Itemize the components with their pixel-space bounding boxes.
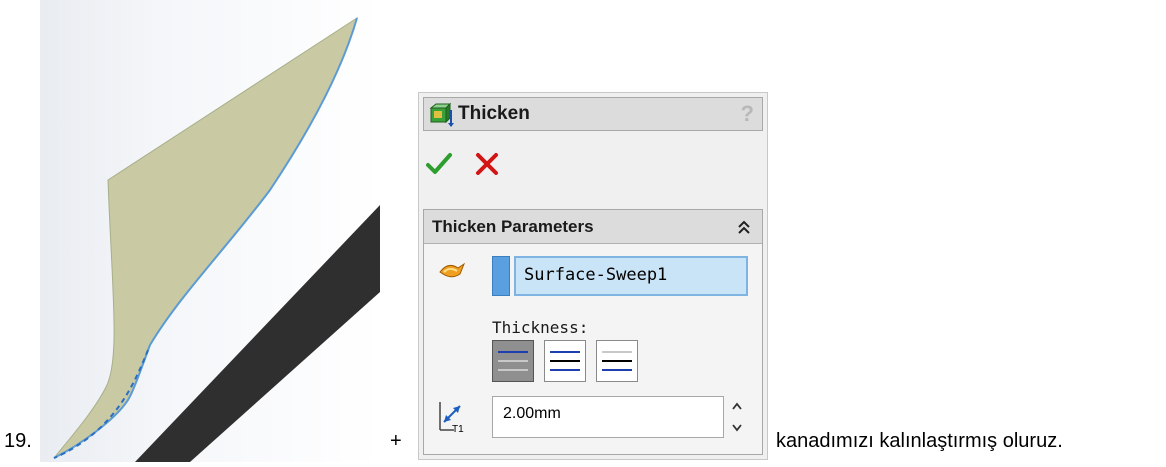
- surface-selection-box[interactable]: Surface-Sweep1: [514, 256, 748, 296]
- help-button[interactable]: ?: [741, 101, 754, 127]
- thicken-feature-icon: [429, 102, 454, 127]
- thickness-label: Thickness:: [492, 318, 589, 337]
- double-chevron-up-icon[interactable]: [736, 219, 752, 235]
- thicken-parameters-group: Thicken Parameters Surface-Sweep1 Thickn…: [423, 209, 763, 455]
- chevron-down-icon: [732, 424, 742, 432]
- thicken-both-sides-icon: [550, 351, 580, 371]
- selection-indicator: [492, 256, 510, 296]
- thicken-side-1-icon: [498, 351, 528, 371]
- cad-viewport[interactable]: [40, 0, 380, 462]
- thicken-side-2-button[interactable]: [596, 340, 638, 382]
- spin-down-button[interactable]: [726, 418, 748, 438]
- thickness-input[interactable]: 2.00mm: [492, 396, 724, 438]
- face-selection-icon: [439, 262, 466, 278]
- t1-dimension-icon: T1: [439, 402, 464, 434]
- plus-sign: +: [390, 430, 402, 452]
- chevron-up-icon: [732, 402, 742, 410]
- x-icon[interactable]: [473, 151, 501, 177]
- wing-model: [53, 16, 380, 462]
- group-header[interactable]: Thicken Parameters: [424, 210, 762, 244]
- spin-up-button[interactable]: [726, 396, 748, 416]
- pm-title: Thicken: [458, 103, 530, 124]
- thicken-property-manager: Thicken ? Thicken Parameters Surface-Swe…: [418, 92, 768, 460]
- step-number: 19.: [4, 430, 32, 452]
- checkmark-icon[interactable]: [425, 151, 453, 177]
- thicken-side-1-button[interactable]: [492, 340, 534, 382]
- thicken-side-2-icon: [602, 351, 632, 371]
- svg-text:T1: T1: [452, 424, 464, 434]
- group-title: Thicken Parameters: [432, 217, 594, 236]
- pm-header: Thicken ?: [423, 97, 763, 131]
- thicken-both-sides-button[interactable]: [544, 340, 586, 382]
- trailing-text: kanadımızı kalınlaştırmış oluruz.: [776, 430, 1063, 452]
